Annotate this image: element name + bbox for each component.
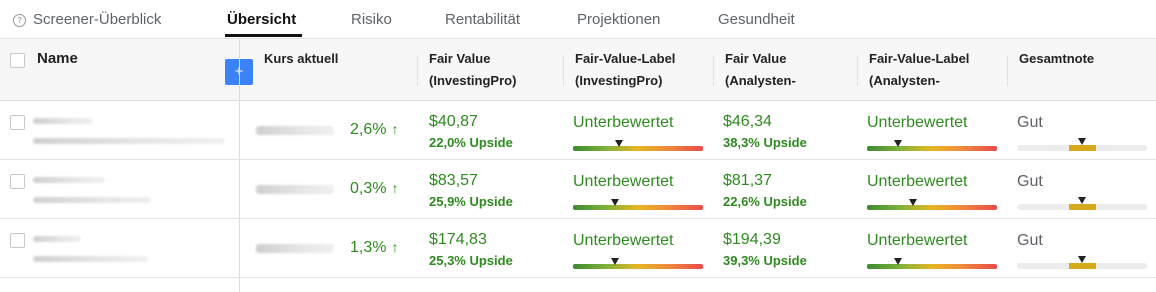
tab-projections[interactable]: Projektionen xyxy=(577,11,660,28)
fair-value-label-analysts: Unterbewertet xyxy=(867,232,968,249)
price-change: 1,3% ↑ xyxy=(350,239,399,256)
redacted-symbol xyxy=(33,118,93,124)
header-name[interactable]: Name xyxy=(37,48,78,70)
tab-risk[interactable]: Risiko xyxy=(351,11,392,28)
screener-table: Name + Kurs aktuell Fair Value (Investin… xyxy=(0,38,1156,292)
row-checkbox[interactable] xyxy=(10,115,25,130)
fair-value-label-pro: Unterbewertet xyxy=(573,173,674,190)
redacted-price xyxy=(256,244,334,253)
valuation-gauge xyxy=(867,199,997,210)
question-circle-icon[interactable]: ? xyxy=(13,14,26,27)
tab-bar: ? Screener-Überblick Übersicht Risiko Re… xyxy=(0,0,1156,38)
rating-marker xyxy=(1078,138,1086,145)
gauge-marker xyxy=(908,199,917,206)
column-separator xyxy=(563,56,564,86)
overall-rating-text: Gut xyxy=(1017,232,1043,249)
price-change: 0,3% ↑ xyxy=(350,180,399,197)
redacted-price xyxy=(256,185,334,194)
valuation-gauge xyxy=(867,140,997,151)
fair-value-label-pro: Unterbewertet xyxy=(573,114,674,131)
arrow-up-icon: ↑ xyxy=(391,239,399,255)
gauge-marker xyxy=(614,140,623,147)
row-checkbox[interactable] xyxy=(10,174,25,189)
row-checkbox[interactable] xyxy=(10,233,25,248)
fair-value-label-pro: Unterbewertet xyxy=(573,232,674,249)
overall-rating-text: Gut xyxy=(1017,114,1043,131)
table-row[interactable]: 2,6% ↑ $40,87 22,0% Upside Unterbewertet … xyxy=(0,101,1156,160)
rating-bar xyxy=(1017,138,1147,151)
select-all-checkbox[interactable] xyxy=(10,53,25,68)
fair-value-pro: $40,87 xyxy=(429,113,478,130)
fair-value-pro-upside: 25,3% Upside xyxy=(429,253,513,268)
fair-value-pro: $174,83 xyxy=(429,231,487,248)
price-change: 2,6% ↑ xyxy=(350,121,399,138)
fair-value-label-analysts: Unterbewertet xyxy=(867,114,968,131)
rating-bar xyxy=(1017,197,1147,210)
fair-value-analysts-upside: 22,6% Upside xyxy=(723,194,807,209)
valuation-gauge xyxy=(573,258,703,269)
tab-profitability[interactable]: Rentabilität xyxy=(445,11,520,28)
valuation-gauge xyxy=(573,140,703,151)
fair-value-analysts-upside: 38,3% Upside xyxy=(723,135,807,150)
fair-value-pro-upside: 25,9% Upside xyxy=(429,194,513,209)
header-fair-value-pro[interactable]: Fair Value (InvestingPro) xyxy=(429,48,516,92)
redacted-company-name xyxy=(33,197,151,203)
tab-health[interactable]: Gesundheit xyxy=(718,11,795,28)
fair-value-pro-upside: 22,0% Upside xyxy=(429,135,513,150)
fair-value-label-analysts: Unterbewertet xyxy=(867,173,968,190)
rating-marker xyxy=(1078,256,1086,263)
header-fair-value-label-analysts[interactable]: Fair-Value-Label (Analysten- xyxy=(869,48,969,92)
gauge-marker xyxy=(894,140,903,147)
arrow-up-icon: ↑ xyxy=(391,180,399,196)
active-tab-indicator xyxy=(225,34,302,37)
column-separator xyxy=(1007,56,1008,86)
fair-value-analysts-upside: 39,3% Upside xyxy=(723,253,807,268)
redacted-company-name xyxy=(33,138,225,144)
rating-marker xyxy=(1078,197,1086,204)
header-current-price[interactable]: Kurs aktuell xyxy=(264,48,338,70)
column-separator xyxy=(713,56,714,86)
redacted-company-name xyxy=(33,256,148,262)
arrow-up-icon: ↑ xyxy=(391,121,399,137)
tab-screener-overview[interactable]: Screener-Überblick xyxy=(33,11,161,28)
fair-value-analysts: $81,37 xyxy=(723,172,772,189)
valuation-gauge xyxy=(573,199,703,210)
overall-rating-text: Gut xyxy=(1017,173,1043,190)
gauge-marker xyxy=(610,258,619,265)
header-fair-value-analysts[interactable]: Fair Value (Analysten- xyxy=(725,48,796,92)
fair-value-analysts: $194,39 xyxy=(723,231,781,248)
gauge-marker xyxy=(894,258,903,265)
header-fair-value-label-pro[interactable]: Fair-Value-Label (InvestingPro) xyxy=(575,48,675,92)
redacted-symbol xyxy=(33,236,81,242)
column-separator xyxy=(857,56,858,86)
column-separator xyxy=(417,56,418,86)
header-overall-rating[interactable]: Gesamtnote xyxy=(1019,48,1094,70)
gauge-marker xyxy=(610,199,619,206)
redacted-price xyxy=(256,126,334,135)
rating-bar xyxy=(1017,256,1147,269)
valuation-gauge xyxy=(867,258,997,269)
tab-overview[interactable]: Übersicht xyxy=(227,11,296,28)
table-row[interactable]: 1,3% ↑ $174,83 25,3% Upside Unterbewertet… xyxy=(0,219,1156,278)
fair-value-analysts: $46,34 xyxy=(723,113,772,130)
redacted-symbol xyxy=(33,177,105,183)
fair-value-pro: $83,57 xyxy=(429,172,478,189)
table-row[interactable]: 0,3% ↑ $83,57 25,9% Upside Unterbewertet … xyxy=(0,160,1156,219)
